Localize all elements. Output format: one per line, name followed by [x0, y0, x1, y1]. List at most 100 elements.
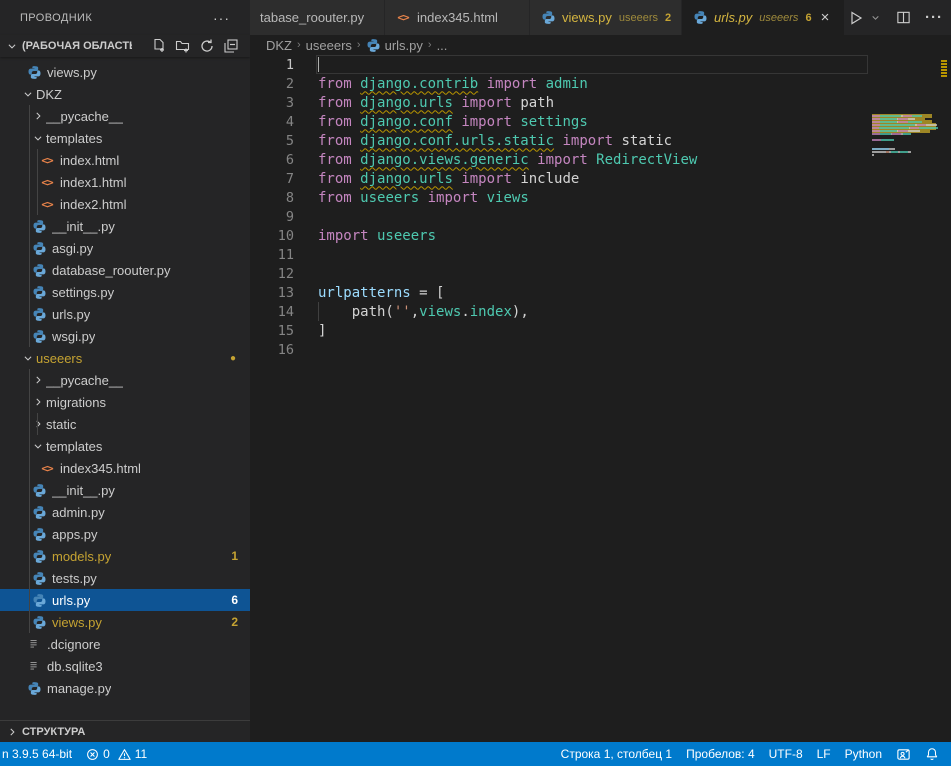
tree-item-asgi-py[interactable]: asgi.py — [0, 237, 250, 259]
python-interpreter-status[interactable]: n 3.9.5 64-bit — [0, 742, 79, 766]
py-file-icon — [31, 504, 47, 520]
run-python-file-button[interactable] — [845, 6, 867, 30]
tree-item--init-py[interactable]: __init__.py — [0, 215, 250, 237]
tree-item-label: index1.html — [60, 175, 126, 190]
tree-item-views-py[interactable]: views.py2 — [0, 611, 250, 633]
breadcrumb: DKZ›useeers›urls.py›... — [250, 35, 951, 55]
code-line-14: 14 path('',views.index), — [250, 302, 951, 321]
code-text: from useeers import views — [294, 190, 529, 206]
tree-item--dcignore[interactable]: .dcignore — [0, 633, 250, 655]
tree-item-label: DKZ — [36, 87, 62, 102]
tree-item-label: templates — [46, 131, 102, 146]
tree-item-settings-py[interactable]: settings.py — [0, 281, 250, 303]
feedback-icon[interactable] — [889, 742, 918, 766]
breadcrumb-item[interactable]: urls.py — [385, 38, 423, 53]
code-line-10: 10import useeers — [250, 226, 951, 245]
breadcrumb-separator-icon: › — [296, 39, 302, 51]
tab-index345-html[interactable]: <>index345.html — [385, 0, 530, 35]
py-file-icon — [31, 218, 47, 234]
chevron-right-icon — [4, 724, 20, 740]
py-file-icon — [366, 38, 381, 53]
tree-item-models-py[interactable]: models.py1 — [0, 545, 250, 567]
code-line-2: 2from django.contrib import admin — [250, 74, 951, 93]
eol-status[interactable]: LF — [810, 742, 838, 766]
notifications-bell-icon[interactable] — [918, 742, 951, 766]
plain-file-icon — [26, 636, 42, 652]
tree-item-label: index.html — [60, 153, 119, 168]
tree-item-dkz[interactable]: DKZ — [0, 83, 250, 105]
tree-item-label: __pycache__ — [46, 109, 123, 124]
line-number: 8 — [250, 190, 294, 206]
code-text: ] — [294, 323, 326, 339]
tree-item-migrations[interactable]: migrations — [0, 391, 250, 413]
tree-indent-guide — [37, 149, 38, 215]
tree-item-tests-py[interactable]: tests.py — [0, 567, 250, 589]
collapse-all-icon[interactable] — [222, 37, 240, 55]
workspace-section-header[interactable]: (РАБОЧАЯ ОБЛАСТЬ) ... — [0, 35, 250, 57]
new-file-icon[interactable] — [150, 37, 168, 55]
minimap[interactable] — [872, 112, 938, 742]
tab-directory: useeers — [619, 12, 658, 24]
breadcrumb-item[interactable]: ... — [437, 38, 448, 53]
plain-file-icon — [26, 658, 42, 674]
close-tab-icon[interactable]: × — [821, 10, 830, 25]
outline-section-header[interactable]: СТРУКТУРА — [0, 720, 250, 742]
cursor-position-status[interactable]: Строка 1, столбец 1 — [554, 742, 679, 766]
py-file-icon — [26, 680, 42, 696]
split-editor-button[interactable] — [893, 6, 914, 30]
tree-item-label: static — [46, 417, 76, 432]
error-count: 0 — [103, 747, 110, 761]
language-mode-status[interactable]: Python — [838, 742, 889, 766]
code-text: from django.urls import include — [294, 171, 579, 187]
tree-item-urls-py[interactable]: urls.py — [0, 303, 250, 325]
indentation-status[interactable]: Пробелов: 4 — [679, 742, 762, 766]
tab-label: views.py — [562, 10, 612, 25]
code-line-3: 3from django.urls import path — [250, 93, 951, 112]
tree-item-database-roouter-py[interactable]: database_roouter.py — [0, 259, 250, 281]
editor-group: tabase_roouter.py<>index345.html views.py… — [250, 0, 951, 742]
tree-item-wsgi-py[interactable]: wsgi.py — [0, 325, 250, 347]
new-folder-icon[interactable] — [174, 37, 192, 55]
tree-item-label: index2.html — [60, 197, 126, 212]
tree-item--pycache-[interactable]: __pycache__ — [0, 369, 250, 391]
tree-item-index345-html[interactable]: <>index345.html — [0, 457, 250, 479]
problems-status[interactable]: 0 11 — [79, 742, 154, 766]
status-right: Строка 1, столбец 1 Пробелов: 4 UTF-8 LF… — [554, 742, 951, 766]
tree-item-db-sqlite3[interactable]: db.sqlite3 — [0, 655, 250, 677]
warning-marker — [941, 72, 947, 74]
tab-tabase-roouter-py[interactable]: tabase_roouter.py — [250, 0, 385, 35]
encoding-status[interactable]: UTF-8 — [762, 742, 810, 766]
tab-views-py[interactable]: views.pyuseeers2 — [530, 0, 682, 35]
breadcrumb-item[interactable]: useeers — [306, 38, 352, 53]
line-number: 12 — [250, 266, 294, 282]
tree-item-apps-py[interactable]: apps.py — [0, 523, 250, 545]
tree-item-views-py[interactable]: views.py — [0, 61, 250, 83]
tree-item-admin-py[interactable]: admin.py — [0, 501, 250, 523]
tree-indent-guide — [29, 369, 30, 633]
explorer-more-actions-icon[interactable]: ··· — [213, 10, 230, 26]
tab-urls-py[interactable]: urls.pyuseeers6× — [682, 0, 845, 35]
code-line-8: 8from useeers import views — [250, 188, 951, 207]
tree-item-templates[interactable]: templates — [0, 435, 250, 457]
refresh-icon[interactable] — [198, 37, 216, 55]
tree-item-label: tests.py — [52, 571, 97, 586]
tree-item-label: urls.py — [52, 593, 90, 608]
tree-item-urls-py[interactable]: urls.py 6 — [0, 589, 250, 611]
workspace-title: (РАБОЧАЯ ОБЛАСТЬ) ... — [22, 40, 132, 52]
more-actions-icon[interactable]: ··· — [922, 6, 946, 30]
tree-item-useeers[interactable]: useeers● — [0, 347, 250, 369]
py-file-icon — [26, 64, 42, 80]
breadcrumb-item[interactable]: DKZ — [266, 38, 292, 53]
tree-item--init-py[interactable]: __init__.py — [0, 479, 250, 501]
tree-item--pycache-[interactable]: __pycache__ — [0, 105, 250, 127]
code-editor[interactable]: 12from django.contrib import admin3from … — [250, 55, 951, 742]
py-file-icon — [31, 482, 47, 498]
tree-item-label: db.sqlite3 — [47, 659, 103, 674]
problems-badge: 6 — [231, 593, 238, 607]
tree-item-label: urls.py — [52, 307, 90, 322]
tree-item-manage-py[interactable]: manage.py — [0, 677, 250, 699]
tree-item-templates[interactable]: templates — [0, 127, 250, 149]
tab-label: index345.html — [417, 10, 498, 25]
warning-marker — [941, 69, 947, 71]
run-dropdown-icon[interactable] — [871, 6, 883, 30]
